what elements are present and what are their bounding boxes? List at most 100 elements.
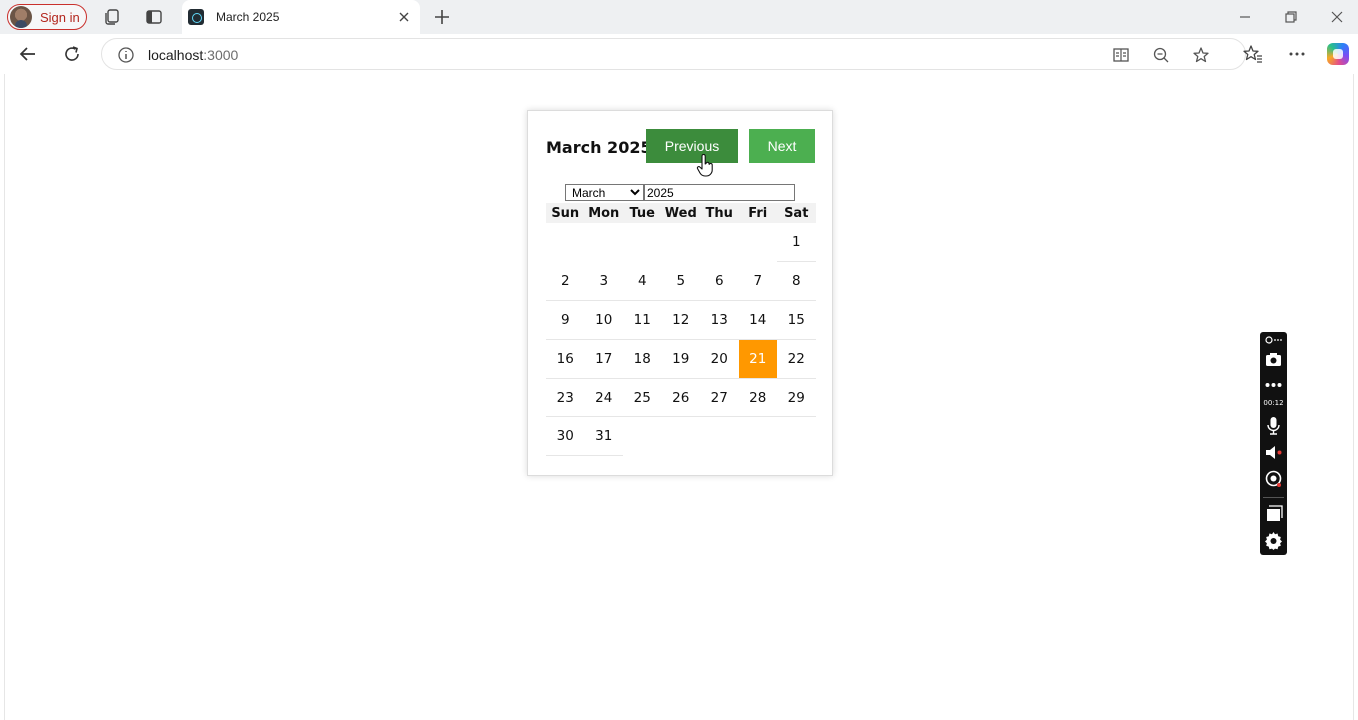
tab-actions-icon[interactable] <box>145 8 163 26</box>
day-cell[interactable]: 5 <box>661 261 700 302</box>
weekday-header-row: Sun Mon Tue Wed Thu Fri Sat <box>546 203 816 223</box>
tab-title: March 2025 <box>216 10 280 24</box>
url-text: localhost:3000 <box>148 47 238 63</box>
day-cell[interactable]: 13 <box>700 300 739 340</box>
calendar-grid: Sun Mon Tue Wed Thu Fri Sat 1 2 3 4 5 6 7 8 9 10 1… <box>546 203 816 457</box>
zoom-out-icon[interactable] <box>1152 46 1170 64</box>
day-cell[interactable]: 14 <box>738 300 777 340</box>
microphone-icon[interactable] <box>1264 416 1283 435</box>
favorite-star-icon[interactable] <box>1192 46 1210 64</box>
calendar-title: March 2025 <box>546 138 652 157</box>
immersive-reader-icon[interactable] <box>1112 46 1130 64</box>
new-tab-icon[interactable] <box>432 7 452 27</box>
week-row: 30 31 <box>546 416 816 457</box>
weekday-header: Wed <box>661 203 700 223</box>
url-host: localhost <box>148 47 204 63</box>
day-cell[interactable]: 6 <box>700 261 739 302</box>
empty-day-cell <box>700 417 739 456</box>
weekday-header: Fri <box>738 203 777 223</box>
previous-button[interactable]: Previous <box>646 129 738 163</box>
empty-day-cell <box>739 417 778 456</box>
calendar-card: March 2025 Previous Next March Sun Mon T… <box>527 110 833 476</box>
day-cell[interactable]: 10 <box>584 300 623 340</box>
next-button[interactable]: Next <box>749 129 815 163</box>
webcam-icon[interactable] <box>1264 470 1283 489</box>
day-cell[interactable]: 30 <box>546 416 585 457</box>
avatar <box>10 6 32 28</box>
window-icon[interactable] <box>1264 504 1283 523</box>
more-icon[interactable] <box>1287 44 1307 64</box>
refresh-icon[interactable] <box>62 44 82 64</box>
week-row: 16 17 18 19 20 21 22 <box>546 339 816 379</box>
recording-timer: 00:12 <box>1263 399 1284 407</box>
weekday-header: Thu <box>700 203 739 223</box>
day-cell[interactable]: 11 <box>623 300 662 340</box>
day-cell[interactable]: 20 <box>700 339 739 379</box>
close-tab-icon[interactable] <box>396 9 412 25</box>
day-cell[interactable]: 15 <box>777 300 816 340</box>
day-cell[interactable]: 12 <box>661 300 700 340</box>
weekday-header: Tue <box>623 203 662 223</box>
active-tab[interactable]: March 2025 <box>182 0 420 34</box>
workspaces-icon[interactable] <box>103 8 121 26</box>
sign-in-button[interactable]: Sign in <box>7 4 87 30</box>
day-cell[interactable]: 4 <box>623 261 662 302</box>
day-cell[interactable]: 16 <box>546 339 585 379</box>
weekday-header: Sun <box>546 203 585 223</box>
day-cell[interactable]: 26 <box>661 378 700 418</box>
day-cell[interactable]: 1 <box>777 223 816 263</box>
site-info-icon[interactable] <box>117 46 135 64</box>
address-bar-row: localhost:3000 <box>0 34 1358 74</box>
day-cell[interactable]: 29 <box>777 378 816 418</box>
sign-in-label: Sign in <box>40 9 80 25</box>
week-row: 1 <box>546 223 816 263</box>
empty-day-cell <box>585 223 624 262</box>
close-window-icon[interactable] <box>1328 8 1346 26</box>
calendar-weeks: 1 2 3 4 5 6 7 8 9 10 11 12 13 14 15 16 17 18 19 20 21 22 23 24 2… <box>546 223 816 457</box>
camera-icon[interactable] <box>1264 350 1283 369</box>
week-row: 23 24 25 26 27 28 29 <box>546 378 816 418</box>
minimize-icon[interactable] <box>1236 8 1254 26</box>
day-cell[interactable]: 19 <box>661 339 700 379</box>
weekday-header: Sat <box>777 203 816 223</box>
empty-day-cell <box>546 223 585 262</box>
day-cell-selected[interactable]: 21 <box>738 339 777 379</box>
url-port: :3000 <box>203 47 239 63</box>
day-cell[interactable]: 3 <box>584 261 623 302</box>
empty-day-cell <box>623 223 662 262</box>
empty-day-cell <box>700 223 739 262</box>
day-cell[interactable]: 31 <box>584 416 623 457</box>
day-cell[interactable]: 9 <box>546 300 585 340</box>
url-field[interactable]: localhost:3000 <box>101 38 1246 70</box>
day-cell[interactable]: 8 <box>777 261 816 302</box>
recorder-menu-icon[interactable] <box>1264 334 1283 346</box>
empty-day-cell <box>662 223 701 262</box>
week-row: 9 10 11 12 13 14 15 <box>546 300 816 340</box>
restore-icon[interactable] <box>1282 8 1300 26</box>
empty-day-cell <box>777 417 816 456</box>
day-cell[interactable]: 2 <box>546 261 585 302</box>
day-cell[interactable]: 27 <box>700 378 739 418</box>
react-favicon-icon <box>188 9 204 25</box>
copilot-icon[interactable] <box>1327 43 1349 65</box>
day-cell[interactable]: 24 <box>584 378 623 418</box>
week-row: 2345678 <box>546 261 816 302</box>
favorites-icon[interactable] <box>1243 44 1263 64</box>
day-cell[interactable]: 23 <box>546 378 585 418</box>
settings-gear-icon[interactable] <box>1264 531 1283 550</box>
hand-cursor-icon <box>696 154 713 177</box>
month-select[interactable]: March <box>565 184 644 201</box>
day-cell[interactable]: 25 <box>623 378 662 418</box>
day-cell[interactable]: 18 <box>623 339 662 379</box>
empty-day-cell <box>662 417 701 456</box>
day-cell[interactable]: 28 <box>738 378 777 418</box>
tab-strip: Sign in March 2025 <box>0 0 1358 34</box>
back-icon[interactable] <box>18 44 38 64</box>
speaker-icon[interactable] <box>1264 443 1283 462</box>
day-cell[interactable]: 7 <box>738 261 777 302</box>
day-cell[interactable]: 17 <box>584 339 623 379</box>
year-input[interactable] <box>644 184 795 201</box>
day-cell[interactable]: 22 <box>777 339 816 379</box>
weekday-header: Mon <box>584 203 623 223</box>
more-dots-icon[interactable] <box>1264 379 1283 391</box>
